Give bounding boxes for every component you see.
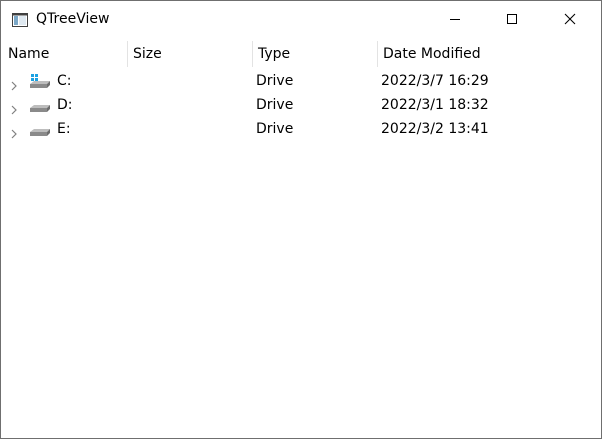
close-button[interactable] <box>547 1 593 37</box>
windows-drive-icon <box>29 73 51 89</box>
window-title: QTreeView <box>36 11 110 27</box>
column-header-name[interactable]: Name <box>2 39 127 69</box>
maximize-button[interactable] <box>489 1 535 37</box>
row-name: E: <box>57 121 71 137</box>
chevron-right-icon[interactable] <box>9 100 19 115</box>
tree-row[interactable]: C: Drive 2022/3/7 16:29 <box>2 69 600 93</box>
tree-row[interactable]: D: Drive 2022/3/1 18:32 <box>2 93 600 117</box>
title-bar[interactable]: QTreeView <box>1 1 601 37</box>
column-header-date-modified[interactable]: Date Modified <box>377 39 600 69</box>
maximize-icon <box>507 14 517 24</box>
app-window-icon <box>12 12 28 27</box>
row-type: Drive <box>256 97 294 113</box>
tree-row[interactable]: E: Drive 2022/3/2 13:41 <box>2 117 600 141</box>
row-type: Drive <box>256 73 294 89</box>
chevron-right-icon[interactable] <box>9 124 19 139</box>
close-icon <box>564 13 576 25</box>
column-header-type[interactable]: Type <box>252 39 377 69</box>
chevron-right-icon[interactable] <box>9 76 19 91</box>
column-header-size[interactable]: Size <box>127 39 252 69</box>
tree-header: Name Size Type Date Modified <box>2 39 600 69</box>
main-window: QTreeView Name Size Type Date Modified C… <box>0 0 602 439</box>
row-type: Drive <box>256 121 294 137</box>
row-date-modified: 2022/3/2 13:41 <box>381 121 489 137</box>
row-date-modified: 2022/3/1 18:32 <box>381 97 489 113</box>
minimize-button[interactable] <box>432 1 478 37</box>
drive-icon <box>29 121 51 137</box>
row-date-modified: 2022/3/7 16:29 <box>381 73 489 89</box>
row-name: D: <box>57 97 73 113</box>
tree-view[interactable]: Name Size Type Date Modified C: Drive 20… <box>2 39 600 437</box>
row-name: C: <box>57 73 72 89</box>
minimize-icon <box>450 19 460 20</box>
drive-icon <box>29 97 51 113</box>
